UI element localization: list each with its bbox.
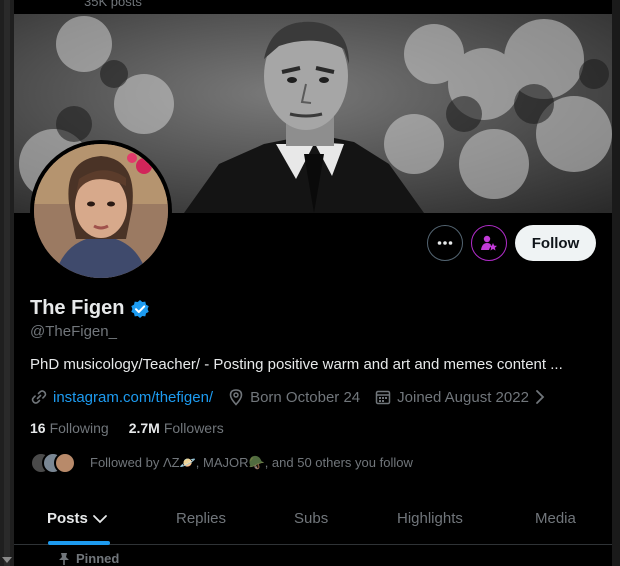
tab-highlights[interactable]: Highlights: [397, 492, 463, 545]
followers-label: Followers: [163, 420, 224, 436]
follow-counts: 16 Following 2.7M Followers: [30, 420, 224, 436]
avatar[interactable]: [30, 140, 172, 282]
active-tab-indicator: [48, 541, 110, 545]
chevron-right-icon: [536, 390, 545, 404]
right-scrollbar[interactable]: [612, 0, 620, 566]
tab-replies[interactable]: Replies: [176, 492, 226, 545]
verified-badge-icon[interactable]: [130, 299, 150, 319]
scroll-down-arrow-icon[interactable]: [2, 557, 12, 563]
profile-handle: @TheFigen_: [30, 323, 117, 340]
more-options-button[interactable]: [427, 225, 463, 261]
calendar-icon: [375, 390, 391, 405]
pin-icon: [59, 552, 69, 565]
birthday-text: Born October 24: [250, 388, 361, 406]
profile-website-link[interactable]: instagram.com/thefigen/: [30, 388, 213, 406]
profile-birthday: Born October 24: [227, 388, 360, 406]
pinned-indicator: Pinned: [58, 551, 119, 566]
joined-text: Joined August 2022: [397, 388, 529, 406]
more-dots-icon: [437, 241, 453, 245]
avatar-image: [34, 144, 168, 278]
website-text[interactable]: instagram.com/thefigen/: [53, 389, 213, 406]
header-post-count: 35K posts: [14, 0, 612, 14]
following-count: 16: [30, 420, 46, 436]
tab-subs[interactable]: Subs: [294, 492, 328, 545]
subscribe-star-icon: [481, 235, 497, 251]
scrollbar-track[interactable]: [4, 0, 10, 566]
profile-name-row: The Figen: [30, 297, 150, 320]
profile-tabs: Posts Replies Subs Highlights Media: [14, 492, 612, 545]
follow-button[interactable]: Follow: [515, 225, 596, 261]
followers-count: 2.7M: [128, 420, 160, 436]
profile-joined[interactable]: Joined August 2022: [374, 388, 546, 406]
followed-by-row[interactable]: Followed by ΛZ🪐, MAJOR🪖, and 50 others y…: [30, 452, 413, 474]
tab-media[interactable]: Media: [535, 492, 576, 545]
display-name: The Figen: [30, 297, 125, 319]
pinned-label: Pinned: [76, 551, 120, 566]
following-label: Following: [49, 420, 109, 436]
chevron-down-icon: [92, 514, 107, 523]
mutual-avatars: [30, 452, 80, 474]
followed-by-text: Followed by ΛZ🪐, MAJOR🪖, and 50 others y…: [90, 455, 413, 470]
profile-meta: instagram.com/thefigen/ Born October 24 …: [30, 388, 560, 406]
location-pin-icon: [229, 389, 243, 406]
following-count-link[interactable]: 16 Following: [30, 420, 109, 436]
tab-posts[interactable]: Posts: [47, 492, 108, 545]
tab-posts-label: Posts: [47, 510, 88, 527]
subscribe-button[interactable]: [471, 225, 507, 261]
post-count-text: 35K posts: [84, 0, 142, 9]
link-icon: [31, 390, 47, 404]
profile-bio: PhD musicology/Teacher/ - Posting positi…: [30, 356, 563, 373]
mutual-avatar: [54, 452, 76, 474]
followers-count-link[interactable]: 2.7M Followers: [129, 420, 224, 436]
left-scrollbar[interactable]: [0, 0, 14, 566]
